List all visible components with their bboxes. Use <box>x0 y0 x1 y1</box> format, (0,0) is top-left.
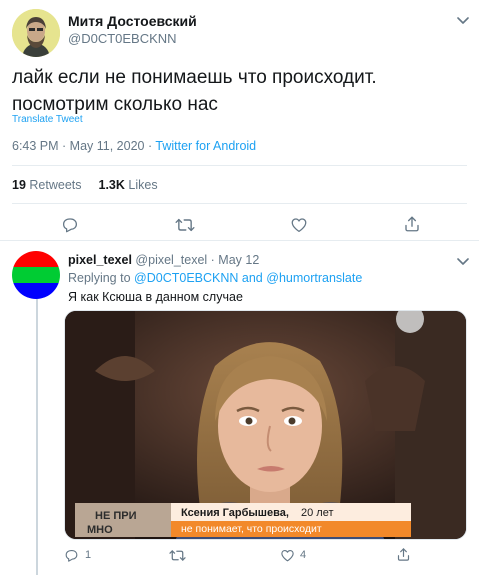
tweet-date[interactable]: May 11, 2020 <box>70 139 145 153</box>
meta-separator: · <box>58 139 70 153</box>
caption-person-age: 20 лет <box>301 507 334 519</box>
tweet-source-link[interactable]: Twitter for Android <box>155 139 256 153</box>
reply-author-handle[interactable]: @pixel_texel <box>135 253 207 267</box>
thread-line <box>36 299 38 575</box>
reply-icon[interactable] <box>60 544 82 566</box>
chevron-down-icon[interactable] <box>454 12 472 30</box>
retweet-icon[interactable] <box>174 214 196 236</box>
retweets-count: 19 <box>12 178 26 192</box>
meta-separator: · <box>207 253 219 267</box>
likes-count: 1.3K <box>98 178 125 192</box>
tweet-time[interactable]: 6:43 PM <box>12 139 59 153</box>
reply-icon[interactable] <box>59 214 81 236</box>
reply-author-name[interactable]: pixel_texel <box>68 253 132 267</box>
replying-to: Replying to @D0CT0EBCKNN and @humortrans… <box>68 271 362 285</box>
likes-label: Likes <box>128 178 158 192</box>
share-icon[interactable] <box>392 543 414 565</box>
reply-media-image[interactable]: НЕ ПРИ МНО Ксения Гарбышева, 20 лет не п… <box>64 310 467 540</box>
mention-link[interactable]: @D0CT0EBCKNN <box>134 271 238 285</box>
mention-link[interactable]: @humortranslate <box>266 271 362 285</box>
author-name[interactable]: Митя Достоевский <box>68 13 197 29</box>
replying-and: and <box>241 271 263 285</box>
retweets-stat[interactable]: 19 Retweets <box>12 178 82 192</box>
heart-icon[interactable] <box>288 214 310 236</box>
divider <box>12 203 467 204</box>
tweet-timestamp: 6:43 PM · May 11, 2020 · Twitter for And… <box>12 139 256 153</box>
heart-icon[interactable] <box>276 544 298 566</box>
author-avatar[interactable] <box>12 9 60 57</box>
tweet-text: лайк если не понимаешь что происходит. п… <box>12 67 377 115</box>
author-handle[interactable]: @D0CT0EBCKNN <box>68 31 177 46</box>
like-count: 4 <box>300 549 307 561</box>
translate-tweet-link[interactable]: Translate Tweet <box>12 114 83 125</box>
reply-date[interactable]: May 12 <box>218 253 259 267</box>
tweet-stats: 19 Retweets 1.3K Likes <box>12 178 158 192</box>
share-icon[interactable] <box>401 213 423 235</box>
divider <box>12 165 467 166</box>
reply-header: pixel_texel @pixel_texel · May 12 <box>68 253 259 267</box>
tweet-separator <box>0 240 479 241</box>
reply-text: Я как Ксюша в данном случае <box>68 290 243 304</box>
retweets-label: Retweets <box>29 178 82 192</box>
chevron-down-icon[interactable] <box>454 253 472 271</box>
meta-separator: · <box>144 139 156 153</box>
caption-subtitle: не понимает, что происходит <box>181 523 322 535</box>
caption-person-name: Ксения Гарбышева, <box>181 507 289 519</box>
retweet-icon[interactable] <box>166 544 188 566</box>
likes-stat[interactable]: 1.3K Likes <box>99 178 158 192</box>
caption-logo-text: МНО <box>87 524 113 536</box>
reply-count: 1 <box>85 549 92 561</box>
reply-avatar[interactable] <box>12 251 60 299</box>
caption-logo-text: НЕ ПРИ <box>95 510 137 522</box>
replying-prefix: Replying to <box>68 271 131 285</box>
